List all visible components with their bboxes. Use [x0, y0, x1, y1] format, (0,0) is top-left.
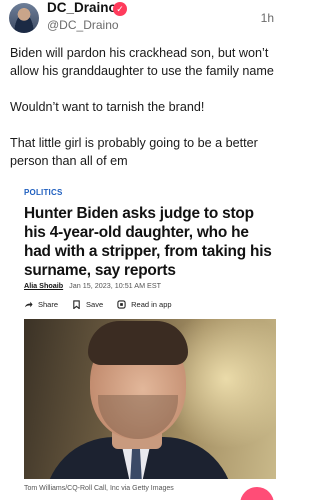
article-headline: Hunter Biden asks judge to stop his 4-ye…: [24, 205, 272, 279]
verified-badge-icon: ✓: [113, 2, 127, 16]
article-photo: [24, 319, 276, 479]
post-paragraph: Wouldn’t want to tarnish the brand!: [10, 100, 205, 114]
post-paragraph: Biden will pardon his crackhead son, but…: [10, 46, 274, 78]
author-name[interactable]: DC_Draino: [47, 0, 117, 15]
save-label: Save: [86, 299, 104, 309]
photo-hair: [88, 321, 188, 365]
share-label: Share: [38, 299, 59, 309]
read-in-app-label: Read in app: [131, 299, 172, 309]
article-actions: Share Save Read in app: [24, 297, 172, 311]
photo-credit: Tom Williams/CQ-Roll Call, Inc via Getty…: [24, 485, 174, 492]
post-body: Biden will pardon his crackhead son, but…: [10, 44, 280, 170]
post-paragraph: That little girl is probably going to be…: [10, 136, 262, 168]
post-header: DC_Draino ✓ @DC_Draino 1h: [0, 0, 288, 36]
app-icon: [117, 299, 126, 309]
share-button: Share: [24, 300, 58, 309]
article-section-tag: POLITICS: [24, 188, 63, 197]
share-icon: [24, 301, 33, 307]
bookmark-icon: [73, 299, 80, 309]
post-timestamp: 1h: [260, 11, 274, 25]
read-in-app-button: Read in app: [117, 299, 172, 309]
author-handle[interactable]: @DC_Draino: [47, 18, 119, 32]
save-button: Save: [72, 300, 103, 309]
byline-date: Jan 15, 2023, 10:51 AM EST: [69, 281, 162, 290]
article-screenshot[interactable]: POLITICS Hunter Biden asks judge to stop…: [10, 180, 278, 500]
article-byline: Alia Shoaib Jan 15, 2023, 10:51 AM EST: [24, 281, 161, 290]
avatar[interactable]: [9, 3, 39, 33]
byline-author-link: Alia Shoaib: [24, 281, 64, 290]
photo-beard: [98, 395, 178, 439]
